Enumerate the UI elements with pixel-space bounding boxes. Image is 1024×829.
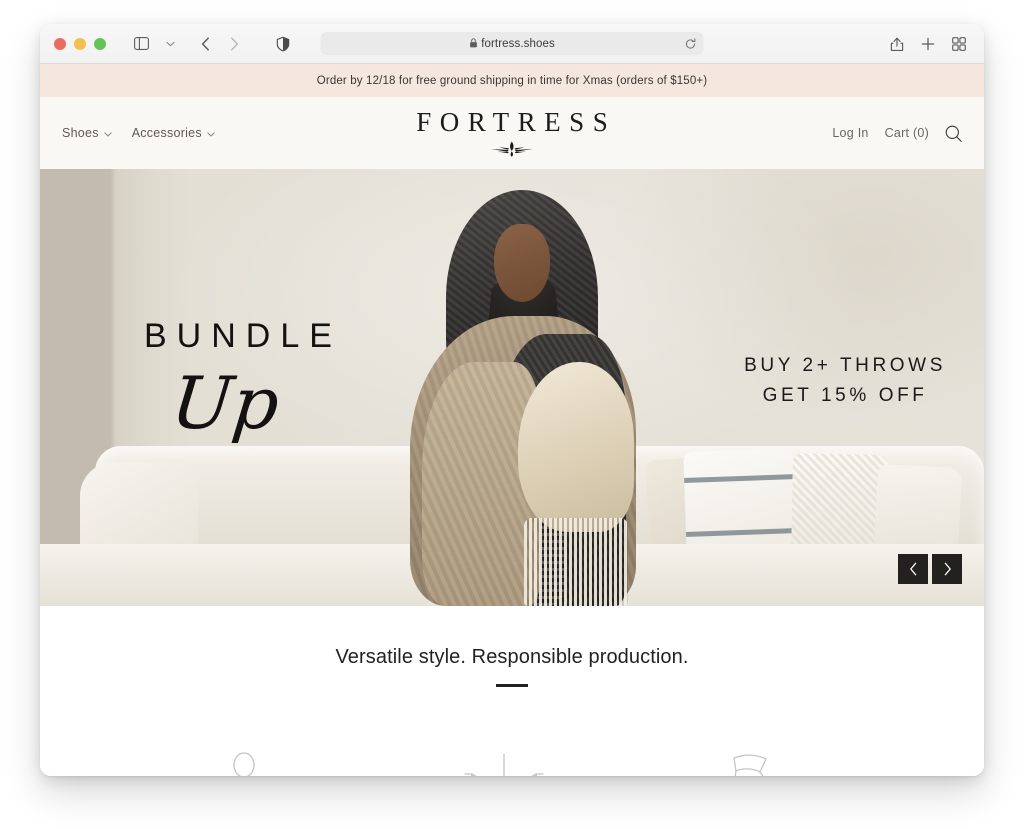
plus-icon[interactable] bbox=[915, 32, 941, 56]
tab-grid-icon[interactable] bbox=[946, 32, 972, 56]
chevron-down-icon bbox=[207, 126, 215, 140]
sidebar-icon[interactable] bbox=[128, 32, 154, 56]
primary-navigation: Shoes Accessories bbox=[40, 126, 215, 140]
nav-item-accessories-label: Accessories bbox=[131, 126, 202, 140]
carousel-prev-button[interactable] bbox=[898, 554, 928, 584]
hero-banner: BUNDLE Up BUY 2+ THROWS GET 15% OFF bbox=[40, 169, 984, 606]
utility-navigation: Log In Cart (0) bbox=[832, 125, 962, 142]
announcement-text: Order by 12/18 for free ground shipping … bbox=[316, 74, 708, 87]
window-controls bbox=[40, 37, 106, 50]
nav-item-accessories[interactable]: Accessories bbox=[132, 126, 215, 140]
seated-figure-icon bbox=[220, 752, 282, 776]
privacy-shield-icon[interactable] bbox=[276, 36, 290, 51]
shoe-icon bbox=[726, 752, 804, 776]
toolbar-right-actions bbox=[884, 32, 972, 56]
login-link[interactable]: Log In bbox=[832, 126, 868, 140]
carousel-next-button[interactable] bbox=[932, 554, 962, 584]
browser-window: fortress.shoes Order by 12/18 for free g… bbox=[40, 24, 984, 776]
share-icon[interactable] bbox=[884, 32, 910, 56]
hero-headline-top: BUNDLE bbox=[144, 317, 342, 355]
sidebar-chevron-down-icon[interactable] bbox=[157, 32, 183, 56]
sofa-pillow bbox=[873, 463, 963, 557]
hero-offer-block: BUY 2+ THROWS GET 15% OFF bbox=[744, 351, 946, 412]
browser-toolbar: fortress.shoes bbox=[40, 24, 984, 64]
hero-headline-script: Up bbox=[167, 361, 284, 445]
announcement-bar: Order by 12/18 for free ground shipping … bbox=[40, 64, 984, 97]
minimize-window-button[interactable] bbox=[74, 37, 86, 50]
navigation-controls bbox=[128, 32, 247, 56]
hero-offer-line-1: BUY 2+ THROWS bbox=[744, 355, 946, 376]
model-face bbox=[494, 224, 550, 302]
brand-name: FORTRESS bbox=[416, 107, 617, 137]
forward-chevron-right-icon[interactable] bbox=[221, 32, 247, 56]
winged-emblem-icon bbox=[408, 141, 616, 157]
web-page-content: Order by 12/18 for free ground shipping … bbox=[40, 64, 984, 776]
lock-icon bbox=[469, 35, 477, 53]
balance-scale-icon bbox=[463, 752, 545, 776]
close-window-button[interactable] bbox=[54, 37, 66, 50]
section-divider bbox=[496, 684, 528, 687]
search-icon[interactable] bbox=[945, 125, 962, 142]
nav-item-shoes[interactable]: Shoes bbox=[62, 126, 112, 140]
cart-link[interactable]: Cart (0) bbox=[885, 126, 929, 140]
maximize-window-button[interactable] bbox=[94, 37, 106, 50]
carousel-navigation bbox=[898, 554, 962, 584]
value-props-icons bbox=[40, 752, 984, 776]
nav-item-shoes-label: Shoes bbox=[62, 126, 99, 140]
model-throw-cream bbox=[518, 362, 634, 532]
reload-icon[interactable] bbox=[685, 37, 697, 50]
model-throw-fringe bbox=[524, 518, 628, 606]
hero-model-figure bbox=[406, 169, 636, 606]
value-props-section: Versatile style. Responsible production. bbox=[40, 606, 984, 776]
site-header: Shoes Accessories FORTRESS Log In Cart (… bbox=[40, 97, 984, 169]
site-logo[interactable]: FORTRESS bbox=[408, 109, 616, 157]
sofa-pillow-striped bbox=[683, 448, 799, 556]
value-props-title: Versatile style. Responsible production. bbox=[335, 646, 689, 668]
hero-headline-block: BUNDLE Up bbox=[144, 317, 342, 445]
back-chevron-left-icon[interactable] bbox=[192, 32, 218, 56]
url-text: fortress.shoes bbox=[481, 37, 555, 50]
hero-offer-line-2: GET 15% OFF bbox=[762, 385, 928, 407]
url-input[interactable]: fortress.shoes bbox=[320, 32, 704, 55]
chevron-down-icon bbox=[104, 126, 112, 140]
address-bar-area: fortress.shoes bbox=[276, 32, 704, 55]
